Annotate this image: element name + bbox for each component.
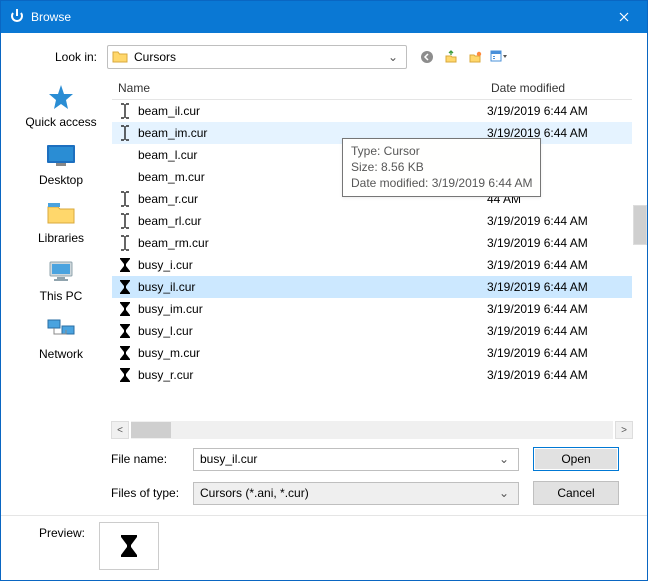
file-date: 3/19/2019 6:44 AM: [487, 346, 632, 360]
header-date[interactable]: Date modified: [487, 81, 632, 95]
client-area: Look in: Cursors ⌄ Quick access: [1, 33, 647, 580]
chevron-down-icon: ⌄: [496, 452, 512, 466]
up-one-level-button[interactable]: [441, 47, 461, 67]
hourglass-icon: [116, 300, 134, 318]
header-name[interactable]: Name: [112, 81, 487, 95]
place-this-pc[interactable]: This PC: [20, 253, 102, 305]
file-name: beam_rl.cur: [138, 214, 487, 228]
vertical-scrollbar-thumb[interactable]: [633, 205, 647, 245]
ibeam-icon: [116, 234, 134, 252]
filename-label: File name:: [111, 452, 193, 466]
file-date: 3/19/2019 6:44 AM: [487, 368, 632, 382]
file-row[interactable]: busy_im.cur3/19/2019 6:44 AM: [112, 298, 632, 320]
blank-icon: [116, 146, 134, 164]
this-pc-icon: [43, 255, 79, 287]
place-libraries[interactable]: Libraries: [20, 195, 102, 247]
file-date: 3/19/2019 6:44 AM: [487, 280, 632, 294]
browse-dialog: Browse Look in: Cursors ⌄: [0, 0, 648, 581]
file-row[interactable]: beam_rl.cur3/19/2019 6:44 AM: [112, 210, 632, 232]
desktop-icon: [43, 139, 79, 171]
ibeam-icon: [116, 190, 134, 208]
file-name: busy_i.cur: [138, 258, 487, 272]
preview-box: [99, 522, 159, 570]
folder-combo[interactable]: Cursors ⌄: [107, 45, 407, 69]
hourglass-icon: [116, 278, 134, 296]
file-name: busy_l.cur: [138, 324, 487, 338]
network-icon: [43, 313, 79, 345]
chevron-down-icon: ⌄: [384, 50, 402, 64]
open-button[interactable]: Open: [533, 447, 619, 471]
hourglass-icon: [116, 322, 134, 340]
ibeam-icon: [116, 102, 134, 120]
file-list-area: Name Date modified beam_il.cur3/19/2019 …: [111, 75, 633, 515]
view-menu-button[interactable]: [489, 47, 509, 67]
file-row[interactable]: busy_il.cur3/19/2019 6:44 AM: [112, 276, 632, 298]
file-name: busy_r.cur: [138, 368, 487, 382]
place-network[interactable]: Network: [20, 311, 102, 363]
bottom-fields: File name: busy_il.cur ⌄ Open Files of t…: [111, 439, 633, 515]
file-row[interactable]: busy_r.cur3/19/2019 6:44 AM: [112, 364, 632, 386]
scroll-thumb[interactable]: [131, 422, 171, 438]
back-button[interactable]: [417, 47, 437, 67]
folder-icon: [112, 49, 128, 65]
file-row[interactable]: busy_i.cur3/19/2019 6:44 AM: [112, 254, 632, 276]
look-in-row: Look in: Cursors ⌄: [1, 33, 647, 75]
filename-input[interactable]: busy_il.cur ⌄: [193, 448, 519, 471]
filter-combo[interactable]: Cursors (*.ani, *.cur) ⌄: [193, 482, 519, 505]
app-icon: [9, 9, 25, 25]
horizontal-scrollbar[interactable]: < >: [111, 421, 633, 439]
cancel-button[interactable]: Cancel: [533, 481, 619, 505]
file-name: busy_il.cur: [138, 280, 487, 294]
blank-icon: [116, 168, 134, 186]
libraries-icon: [43, 197, 79, 229]
file-name: beam_rm.cur: [138, 236, 487, 250]
file-row[interactable]: busy_l.cur3/19/2019 6:44 AM: [112, 320, 632, 342]
toolbar-icons: [417, 47, 509, 67]
look-in-label: Look in:: [15, 50, 107, 64]
scroll-right-button[interactable]: >: [615, 421, 633, 439]
body-row: Quick access Desktop Libraries This PC N…: [1, 75, 647, 515]
file-name: busy_m.cur: [138, 346, 487, 360]
scroll-left-button[interactable]: <: [111, 421, 129, 439]
folder-name: Cursors: [134, 50, 384, 64]
places-bar: Quick access Desktop Libraries This PC N…: [15, 75, 107, 515]
file-row[interactable]: busy_m.cur3/19/2019 6:44 AM: [112, 342, 632, 364]
file-tooltip: Type: Cursor Size: 8.56 KB Date modified…: [342, 138, 541, 197]
file-date: 3/19/2019 6:44 AM: [487, 324, 632, 338]
chevron-down-icon: ⌄: [496, 486, 512, 500]
preview-label: Preview:: [15, 522, 95, 540]
list-body[interactable]: beam_il.cur3/19/2019 6:44 AMbeam_im.cur3…: [112, 100, 632, 400]
file-name: beam_il.cur: [138, 104, 487, 118]
file-date: 3/19/2019 6:44 AM: [487, 104, 632, 118]
window-title: Browse: [31, 10, 601, 24]
quick-access-icon: [43, 81, 79, 113]
new-folder-button[interactable]: [465, 47, 485, 67]
file-date: 3/19/2019 6:44 AM: [487, 214, 632, 228]
file-date: 3/19/2019 6:44 AM: [487, 302, 632, 316]
scroll-track[interactable]: [131, 421, 613, 439]
file-date: 3/19/2019 6:44 AM: [487, 258, 632, 272]
hourglass-icon: [116, 256, 134, 274]
preview-row: Preview:: [1, 515, 647, 580]
place-quick-access[interactable]: Quick access: [20, 79, 102, 131]
ibeam-icon: [116, 124, 134, 142]
hourglass-icon: [116, 366, 134, 384]
ibeam-icon: [116, 212, 134, 230]
file-row[interactable]: beam_rm.cur3/19/2019 6:44 AM: [112, 232, 632, 254]
close-button[interactable]: [601, 1, 647, 33]
file-name: busy_im.cur: [138, 302, 487, 316]
file-date: 3/19/2019 6:44 AM: [487, 236, 632, 250]
hourglass-icon: [119, 533, 139, 559]
hourglass-icon: [116, 344, 134, 362]
filter-label: Files of type:: [111, 486, 193, 500]
place-desktop[interactable]: Desktop: [20, 137, 102, 189]
file-row[interactable]: beam_il.cur3/19/2019 6:44 AM: [112, 100, 632, 122]
title-bar: Browse: [1, 1, 647, 33]
file-list: Name Date modified beam_il.cur3/19/2019 …: [111, 75, 633, 419]
list-header[interactable]: Name Date modified: [112, 76, 632, 100]
